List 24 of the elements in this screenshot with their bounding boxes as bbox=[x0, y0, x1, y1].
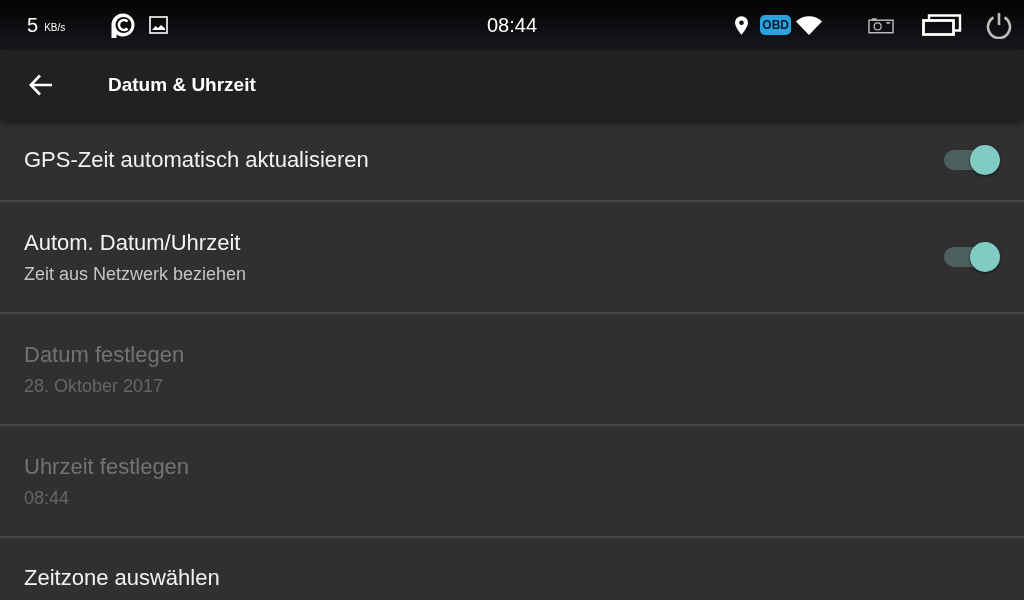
wifi-icon bbox=[796, 15, 822, 35]
setting-title: Datum festlegen bbox=[24, 341, 186, 368]
toggle-switch[interactable] bbox=[944, 242, 1000, 272]
bubble-logo-icon bbox=[111, 12, 136, 38]
speed-unit: KB/s bbox=[44, 22, 66, 33]
settings-row[interactable]: Zeitzone auswählen bbox=[0, 538, 1024, 600]
setting-title: Uhrzeit festlegen bbox=[24, 453, 191, 480]
setting-title: Zeitzone auswählen bbox=[24, 565, 221, 591]
speed-value: 5 bbox=[27, 15, 39, 35]
image-icon bbox=[149, 16, 169, 34]
setting-title: GPS-Zeit automatisch aktualisieren bbox=[24, 147, 370, 173]
power-icon[interactable] bbox=[986, 11, 1012, 39]
recent-apps-icon[interactable] bbox=[922, 14, 962, 36]
settings-row[interactable]: Autom. Datum/Uhrzeit Zeit aus Netzwerk beziehen bbox=[0, 202, 1024, 314]
settings-row[interactable]: GPS-Zeit automatisch aktualisieren bbox=[0, 120, 1024, 202]
location-pin-icon bbox=[735, 15, 749, 35]
obd-indicator: OBD bbox=[760, 15, 791, 35]
camera-icon bbox=[868, 16, 894, 34]
arrow-left-icon bbox=[29, 74, 53, 96]
setting-title: Autom. Datum/Uhrzeit bbox=[24, 229, 242, 256]
toggle-switch[interactable] bbox=[944, 145, 1000, 175]
setting-summary: Zeit aus Netzwerk beziehen bbox=[24, 262, 248, 285]
screen-title: Datum & Uhrzeit bbox=[108, 72, 256, 97]
clock-time: 08:44 bbox=[486, 15, 538, 35]
